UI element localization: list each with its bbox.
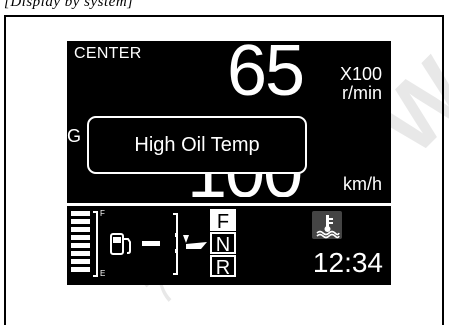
gear-option-reverse: R	[210, 255, 236, 279]
gear-option-forward: F	[210, 209, 236, 233]
dashboard-screen: CENTER 65 X100 r/min G 100 km/h High Oil…	[67, 41, 391, 285]
speed-partial-label: G	[67, 126, 82, 146]
fuel-level-segment	[71, 211, 90, 216]
fuel-empty-label: E	[100, 269, 106, 278]
coolant-temperature-icon	[312, 211, 342, 239]
trim-indicator-icon	[142, 213, 207, 275]
gear-indicator: F N R	[210, 209, 236, 279]
speedometer-unit: km/h	[342, 174, 382, 194]
fuel-level-segment	[71, 267, 90, 272]
fuel-level-segment	[71, 259, 90, 264]
fuel-level-segment	[71, 251, 90, 256]
fuel-full-label: F	[100, 209, 105, 218]
tachometer-unit: r/min	[342, 83, 382, 103]
warning-message: High Oil Temp	[134, 133, 260, 156]
tachometer-value: 65	[227, 41, 305, 111]
caption: [Display by system]	[4, 0, 134, 10]
fuel-scale-bracket	[93, 211, 98, 277]
fuel-level-segment	[71, 235, 90, 240]
clock: 12:34	[312, 247, 383, 278]
fuel-pump-icon	[110, 233, 131, 255]
display-mode-label: CENTER	[74, 45, 142, 62]
fuel-level-segment	[71, 227, 90, 232]
divider	[67, 203, 391, 206]
warning-popup: High Oil Temp	[87, 116, 307, 174]
fuel-level-segment	[71, 243, 90, 248]
gear-option-neutral: N	[210, 232, 236, 256]
tachometer-multiplier: X100	[339, 64, 382, 84]
fuel-gauge: F E	[71, 209, 105, 281]
fuel-level-segment	[71, 219, 90, 224]
